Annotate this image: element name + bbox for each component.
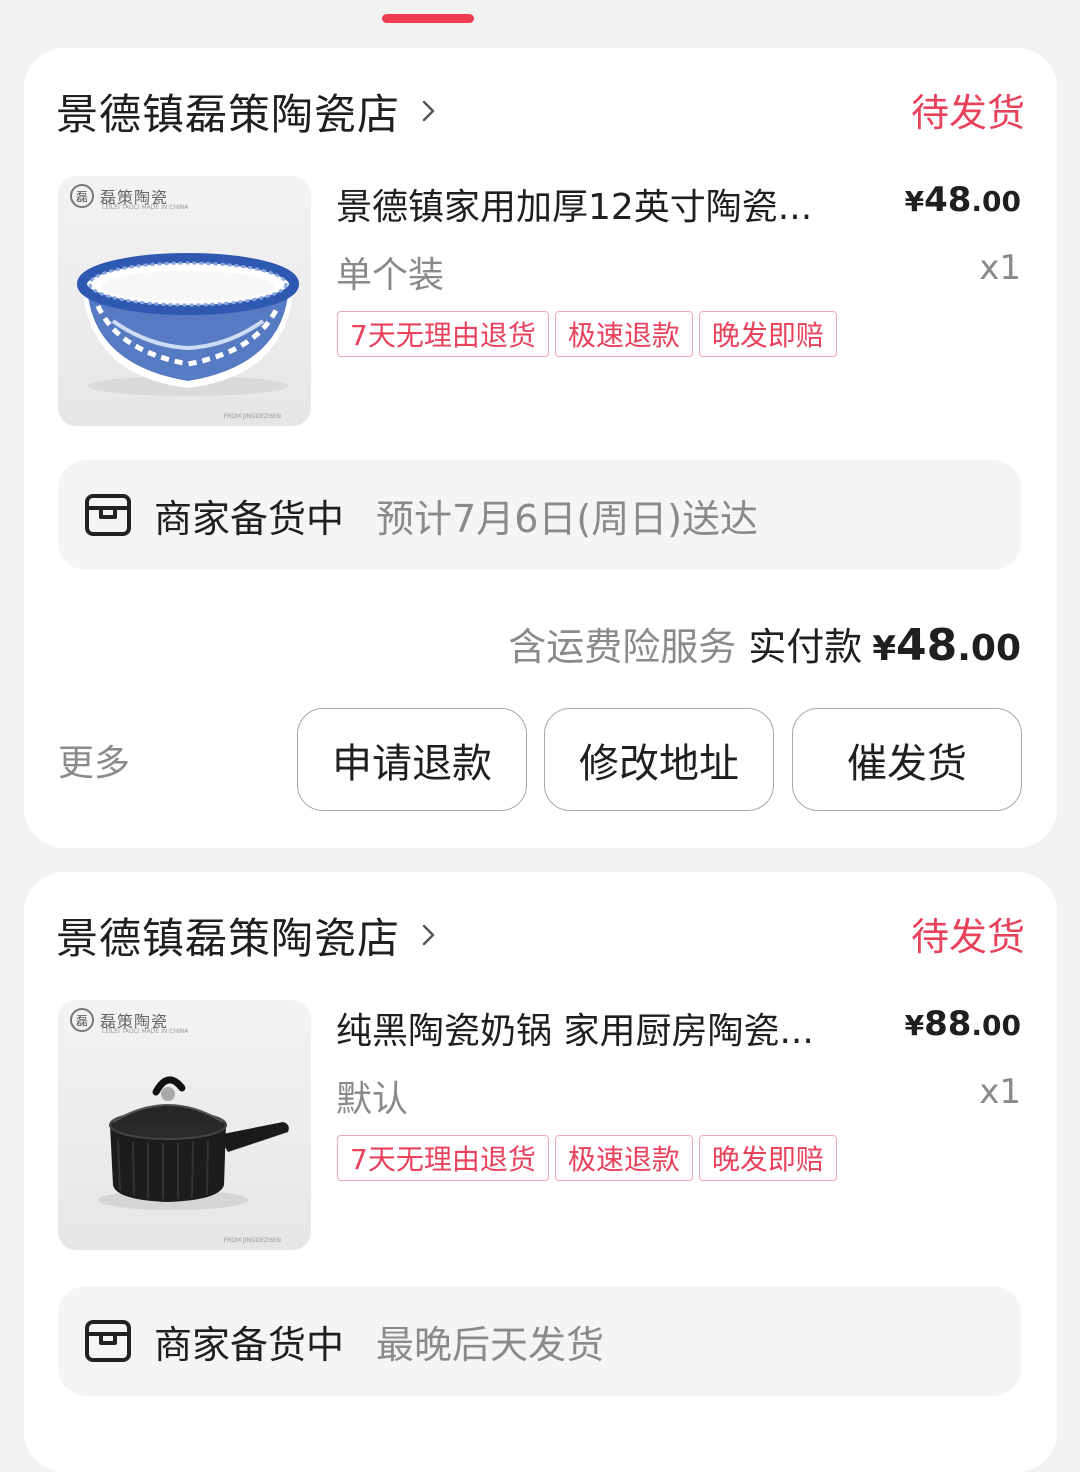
product-title[interactable]: 纯黑陶瓷奶锅 家用厨房陶瓷... [336,1002,856,1054]
product-price: ¥88.00 [904,1004,1021,1044]
product-quantity: x1 [979,248,1021,288]
payment-summary: 含运费险服务 实付款 ¥48.00 [508,616,1021,671]
paid-amount: ¥48.00 [872,620,1021,671]
order-card-1: 景德镇磊策陶瓷店 待发货 磊 磊策陶瓷 LEILEI TAOCI MADE IN… [24,48,1057,848]
shipping-eta: 预计7月6日(周日)送达 [376,496,759,541]
product-title[interactable]: 景德镇家用加厚12英寸陶瓷... [336,178,856,230]
product-spec: 默认 [336,1079,409,1120]
blue-white-bowl-picture [77,253,299,396]
chevron-right-icon[interactable] [416,99,440,123]
shipping-state: 商家备货中 [154,496,345,541]
top-indicator [382,14,474,23]
shop-header[interactable]: 景德镇磊策陶瓷店 待发货 [56,904,1025,966]
request-refund-button[interactable]: 申请退款 [297,708,527,811]
edit-address-button[interactable]: 修改地址 [544,708,774,811]
service-tags: 7天无理由退货 极速退款 晚发即赔 [337,311,837,357]
shipping-eta: 最晚后天发货 [376,1322,605,1367]
shop-name[interactable]: 景德镇磊策陶瓷店 [56,81,400,142]
tag-seven-day-return: 7天无理由退货 [337,311,549,357]
product-spec: 单个装 [336,255,445,296]
paid-label: 实付款 [748,625,863,669]
service-tags: 7天无理由退货 极速退款 晚发即赔 [337,1135,837,1181]
shop-name[interactable]: 景德镇磊策陶瓷店 [56,905,400,966]
shipping-status-box[interactable]: 商家备货中 最晚后天发货 [58,1286,1021,1396]
product-image[interactable]: 磊 磊策陶瓷 LEILEI TAOCI MADE IN CHINA FROM J… [58,176,311,426]
order-status: 待发货 [910,91,1025,135]
product-image[interactable]: 磊 磊策陶瓷 LEILEI TAOCI MADE IN CHINA FROM J… [58,1000,311,1250]
insurance-note: 含运费险服务 [508,625,737,669]
chevron-right-icon[interactable] [416,923,440,947]
shipping-status-box[interactable]: 商家备货中 预计7月6日(周日)送达 [58,460,1021,570]
product-quantity: x1 [979,1072,1021,1112]
tag-seven-day-return: 7天无理由退货 [337,1135,549,1181]
package-box-icon [85,494,131,536]
urge-shipping-button[interactable]: 催发货 [792,708,1022,811]
shop-header[interactable]: 景德镇磊策陶瓷店 待发货 [56,80,1025,142]
shipping-state: 商家备货中 [154,1322,345,1367]
tag-late-shipping-compensation: 晚发即赔 [698,1135,837,1181]
tag-fast-refund: 极速退款 [554,311,693,357]
order-status: 待发货 [910,915,1025,959]
black-milk-pot-picture [98,1076,289,1210]
product-price: ¥48.00 [904,180,1021,220]
tag-fast-refund: 极速退款 [554,1135,693,1181]
package-box-icon [85,1320,131,1362]
more-actions-link[interactable]: 更多 [58,734,130,786]
tag-late-shipping-compensation: 晚发即赔 [698,311,837,357]
order-card-2: 景德镇磊策陶瓷店 待发货 磊 磊策陶瓷 LEILEI TAOCI MADE IN… [24,872,1057,1472]
